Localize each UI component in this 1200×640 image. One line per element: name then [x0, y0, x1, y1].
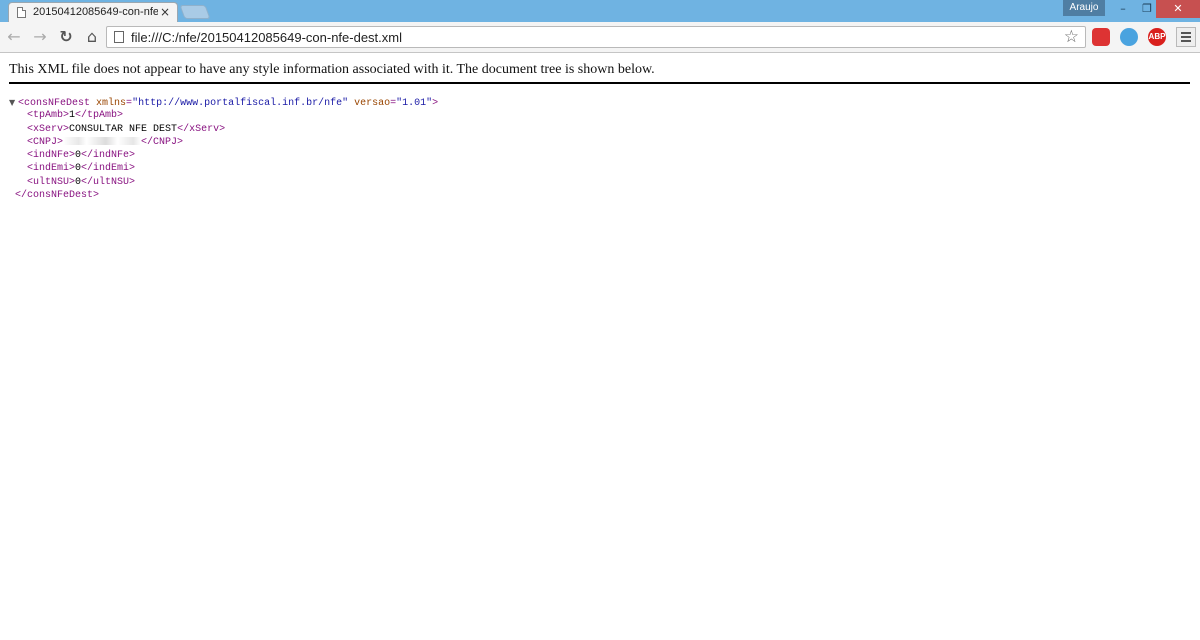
xml-indNFe: <indNFe>0</indNFe> [27, 150, 136, 162]
profile-button[interactable]: Araujo [1063, 0, 1105, 16]
tab-strip: 20150412085649-con-nfe × Araujo – ❐ ✕ [0, 0, 1200, 22]
xml-notice: This XML file does not appear to have an… [9, 62, 655, 77]
redacted-value [63, 137, 142, 146]
browser-tab[interactable]: 20150412085649-con-nfe × [8, 2, 178, 22]
menu-icon[interactable] [1176, 27, 1196, 47]
xml-tpAmb: <tpAmb>1</tpAmb> [27, 110, 124, 122]
file-icon [114, 31, 124, 43]
adblock-icon[interactable]: ABP [1148, 28, 1166, 46]
collapse-arrow-icon[interactable]: ▼ [9, 96, 18, 109]
xml-xServ: <xServ>CONSULTAR NFE DEST</xServ> [27, 123, 226, 135]
bookmark-star-icon[interactable]: ☆ [1064, 27, 1079, 47]
extension-icon[interactable] [1092, 28, 1110, 46]
xml-indEmi: <indEmi>0</indEmi> [27, 163, 136, 175]
xml-root-close: </consNFeDest> [15, 190, 100, 202]
home-icon[interactable]: ⌂ [82, 27, 102, 47]
new-tab-button[interactable] [179, 5, 211, 19]
browser-toolbar: ← → ↻ ⌂ file:///C:/nfe/20150412085649-co… [0, 22, 1200, 53]
xml-CNPJ: <CNPJ> </CNPJ> [27, 136, 184, 148]
url-text[interactable]: file:///C:/nfe/20150412085649-con-nfe-de… [131, 30, 402, 45]
xml-ultNSU: <ultNSU>0</ultNSU> [27, 176, 136, 188]
back-arrow-icon[interactable]: ← [4, 27, 24, 47]
tab-title: 20150412085649-con-nfe [33, 6, 158, 18]
cloud-extension-icon[interactable] [1120, 28, 1138, 46]
forward-arrow-icon[interactable]: → [30, 27, 50, 47]
xml-tree: ▼ <consNFeDest xmlns="http://www.portalfi… [9, 96, 438, 202]
address-bar[interactable]: file:///C:/nfe/20150412085649-con-nfe-de… [106, 26, 1086, 48]
tab-close-icon[interactable]: × [160, 5, 170, 19]
divider [9, 82, 1190, 84]
reload-icon[interactable]: ↻ [56, 27, 76, 47]
xml-root-open: ▼ <consNFeDest xmlns="http://www.portalfi… [9, 96, 439, 109]
page-icon [17, 7, 26, 18]
close-window-button[interactable]: ✕ [1156, 0, 1200, 18]
